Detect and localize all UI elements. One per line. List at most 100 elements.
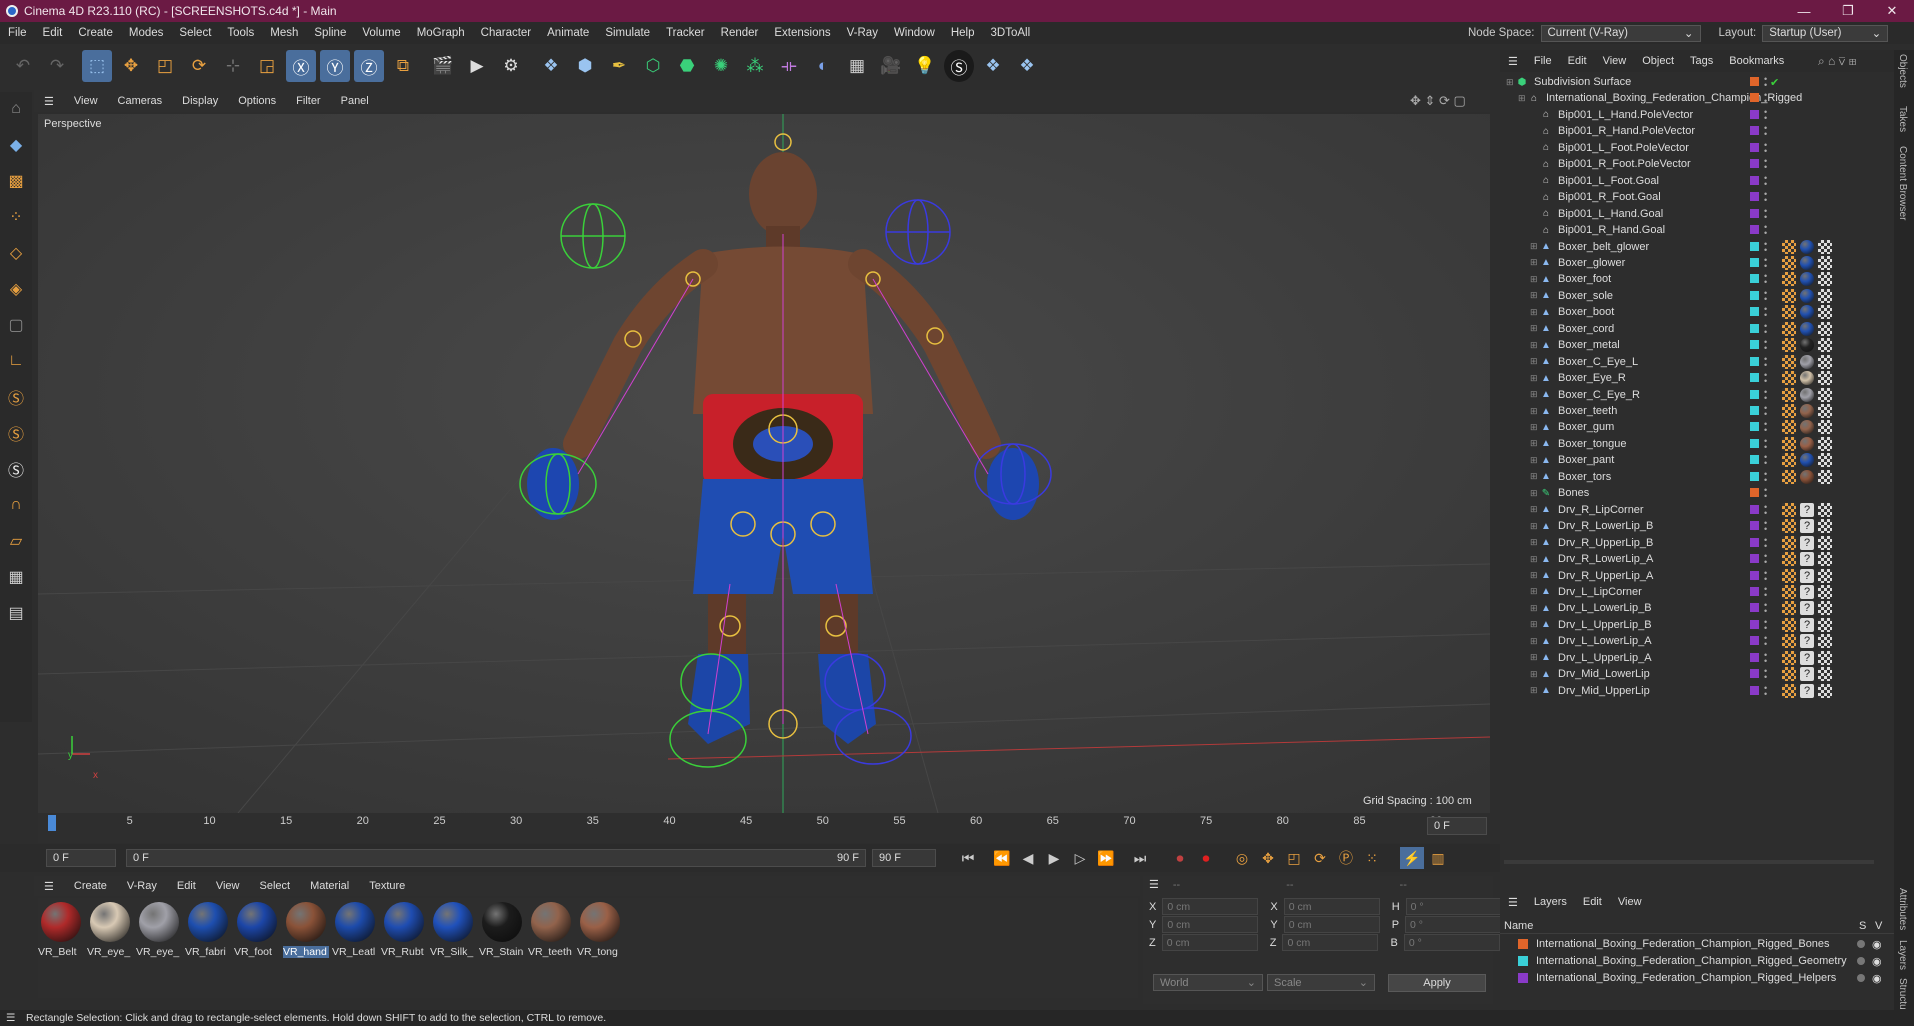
menu-3dtoall[interactable]: 3DToAll <box>983 27 1039 39</box>
menu-tracker[interactable]: Tracker <box>658 27 713 39</box>
skin-tag-icon[interactable] <box>1782 601 1796 616</box>
material-tag-icon[interactable] <box>1800 305 1814 320</box>
uvw-tag-icon[interactable] <box>1818 305 1832 320</box>
visibility-dots-icon[interactable]: • • <box>1764 436 1768 451</box>
object-row[interactable]: ⌂ Bip001_R_Foot.PoleVector • • <box>1500 156 1894 172</box>
expand-toggle-icon[interactable]: ⊞ <box>1530 521 1540 532</box>
expand-toggle-icon[interactable]: ⊞ <box>1530 356 1540 367</box>
material-tag-icon[interactable] <box>1800 255 1814 270</box>
rotation-value-field[interactable]: 0 ° <box>1405 898 1502 915</box>
viewport-menu-display[interactable]: Display <box>172 95 228 107</box>
object-row[interactable]: ⊞ ▲ Boxer_foot • • <box>1500 271 1894 287</box>
uvw-tag-icon[interactable] <box>1818 469 1832 484</box>
layer-color-swatch[interactable] <box>1750 307 1759 317</box>
coordinate-space-dropdown[interactable]: World ⌄ <box>1153 974 1263 991</box>
unknown-tag-icon[interactable]: ? <box>1800 552 1814 567</box>
layer-solo-toggle[interactable] <box>1857 957 1865 965</box>
viewport-menu-cameras[interactable]: Cameras <box>108 95 173 107</box>
expand-toggle-icon[interactable]: ⊞ <box>1530 570 1540 581</box>
visibility-dots-icon[interactable]: • • <box>1764 272 1768 287</box>
menu-select[interactable]: Select <box>171 27 219 39</box>
skin-tag-icon[interactable] <box>1782 288 1796 303</box>
unknown-tag-icon[interactable]: ? <box>1800 601 1814 616</box>
layer-color-swatch[interactable] <box>1518 956 1528 966</box>
skin-tag-icon[interactable] <box>1782 552 1796 567</box>
object-row[interactable]: ⌂ Bip001_R_Hand.Goal • • <box>1500 222 1894 238</box>
material-item[interactable]: VR_teeth <box>528 902 574 998</box>
layer-color-swatch[interactable] <box>1750 225 1759 235</box>
rotation-value-field[interactable]: 0 ° <box>1403 934 1500 951</box>
locked-workplane-icon[interactable]: ▤ <box>2 599 30 627</box>
close-button[interactable]: ✕ <box>1872 0 1912 22</box>
skin-tag-icon[interactable] <box>1782 404 1796 418</box>
layer-menu-edit[interactable]: Edit <box>1575 896 1610 908</box>
layer-row[interactable]: International_Boxing_Federation_Champion… <box>1500 970 1894 986</box>
uvw-tag-icon[interactable] <box>1818 453 1832 468</box>
uvw-tag-icon[interactable] <box>1818 436 1832 451</box>
layer-color-swatch[interactable] <box>1750 471 1759 481</box>
material-menu-select[interactable]: Select <box>250 880 301 892</box>
snap-settings-icon[interactable]: Ⓢ <box>2 419 30 447</box>
skin-tag-icon[interactable] <box>1782 683 1796 698</box>
cube-primitive-icon[interactable]: ⬢ <box>570 50 600 82</box>
object-row[interactable]: ⊞ ▲ Drv_L_LowerLip_B • •? <box>1500 600 1894 616</box>
material-item[interactable]: VR_Silk_ <box>430 902 476 998</box>
frame-range-slider[interactable]: 0 F 90 F <box>126 849 866 867</box>
object-row[interactable]: ⊞ ▲ Boxer_metal • • <box>1500 337 1894 353</box>
material-tag-icon[interactable] <box>1800 239 1814 254</box>
visibility-dots-icon[interactable]: • • <box>1764 223 1768 238</box>
extrude-icon[interactable]: ⬣ <box>672 50 702 82</box>
layer-color-swatch[interactable] <box>1750 274 1759 284</box>
layer-color-swatch[interactable] <box>1750 636 1759 646</box>
uvw-tag-icon[interactable] <box>1818 502 1832 517</box>
node-space-dropdown[interactable]: Current (V-Ray) ⌄ <box>1540 24 1701 42</box>
object-row[interactable]: ⊞ ▲ Boxer_glower • • <box>1500 255 1894 271</box>
material-menu-texture[interactable]: Texture <box>359 880 415 892</box>
uvw-tag-icon[interactable] <box>1818 338 1832 353</box>
unknown-tag-icon[interactable]: ? <box>1800 650 1814 665</box>
object-row[interactable]: ⌂ Bip001_L_Foot.Goal • • <box>1500 173 1894 189</box>
layer-color-swatch[interactable] <box>1750 652 1759 662</box>
uvw-tag-icon[interactable] <box>1818 404 1832 418</box>
visibility-dots-icon[interactable]: • • <box>1764 519 1768 534</box>
field-icon[interactable]: ◐ <box>808 50 838 82</box>
horizontal-scrollbar[interactable] <box>1504 860 1874 864</box>
layer-color-swatch[interactable] <box>1750 669 1759 679</box>
recent-tool-icon[interactable]: ⊹ <box>218 50 248 82</box>
vray-icon[interactable]: Ⓢ <box>944 50 974 82</box>
layer-color-swatch[interactable] <box>1750 109 1759 119</box>
uvw-tag-icon[interactable] <box>1818 568 1832 583</box>
object-menu-file[interactable]: File <box>1526 55 1560 67</box>
skin-tag-icon[interactable] <box>1782 568 1796 583</box>
playhead[interactable] <box>48 815 56 831</box>
grid-icon[interactable]: ▦ <box>2 563 30 591</box>
tab-content-browser[interactable]: Content Browser <box>1897 146 1908 220</box>
layer-color-swatch[interactable] <box>1750 159 1759 169</box>
visibility-dots-icon[interactable]: • • <box>1764 634 1768 649</box>
layer-solo-toggle[interactable] <box>1857 974 1865 982</box>
visibility-dots-icon[interactable]: • • <box>1764 371 1768 386</box>
material-menu-create[interactable]: Create <box>64 880 117 892</box>
visibility-dots-icon[interactable]: • • <box>1764 502 1768 517</box>
object-menu-view[interactable]: View <box>1595 55 1635 67</box>
unknown-tag-icon[interactable]: ? <box>1800 667 1814 682</box>
visibility-dots-icon[interactable]: • • <box>1764 552 1768 567</box>
expand-toggle-icon[interactable]: ⊞ <box>1530 290 1540 301</box>
skin-tag-icon[interactable] <box>1782 617 1796 632</box>
object-mode-icon[interactable]: ◆ <box>2 131 30 159</box>
python-icon[interactable]: ❖ <box>536 50 566 82</box>
start-frame-field[interactable]: 0 F <box>46 849 116 867</box>
autokey-icon[interactable]: ⏺ <box>1194 847 1218 869</box>
visibility-dots-icon[interactable]: • • <box>1764 601 1768 616</box>
object-row[interactable]: ⊞ ▲ Boxer_tors • • <box>1500 469 1894 485</box>
skin-tag-icon[interactable] <box>1782 584 1796 599</box>
position-value-field[interactable]: 0 cm <box>1161 934 1258 951</box>
unknown-tag-icon[interactable]: ? <box>1800 634 1814 649</box>
expand-toggle-icon[interactable]: ⊞ <box>1530 488 1540 499</box>
object-row[interactable]: ⊞ ▲ Drv_L_UpperLip_A • •? <box>1500 650 1894 666</box>
menu-tools[interactable]: Tools <box>219 27 262 39</box>
apply-button[interactable]: Apply <box>1388 974 1486 992</box>
uvw-tag-icon[interactable] <box>1818 667 1832 682</box>
uvw-tag-icon[interactable] <box>1818 634 1832 649</box>
object-row[interactable]: ⌂ Bip001_R_Foot.Goal • • <box>1500 189 1894 205</box>
